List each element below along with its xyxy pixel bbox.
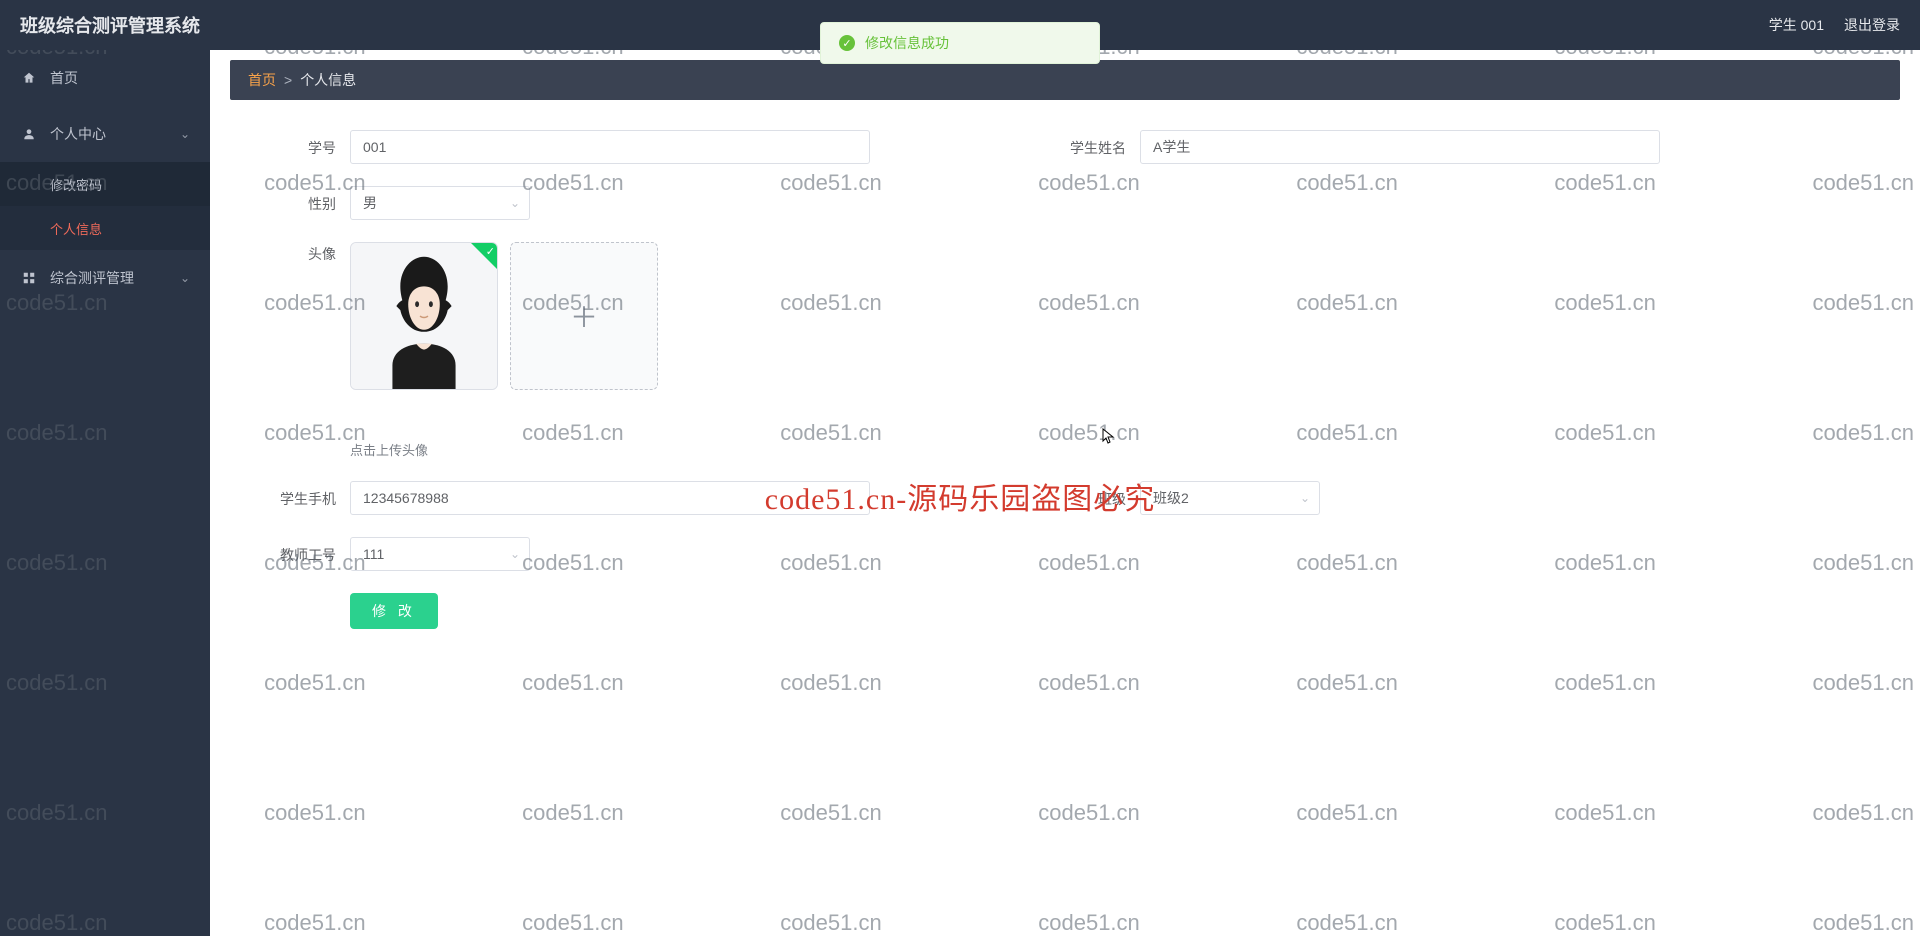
grid-icon bbox=[20, 271, 38, 285]
success-icon: ✓ bbox=[839, 35, 855, 51]
toast-text: 修改信息成功 bbox=[865, 33, 949, 53]
nav-personal-sub: 修改密码 个人信息 bbox=[0, 162, 210, 250]
nav-home[interactable]: 首页 bbox=[0, 50, 210, 106]
select-gender[interactable]: 男 bbox=[350, 186, 530, 220]
sidebar: 首页 个人中心 ⌄ 修改密码 个人信息 综合测评管理 ⌄ bbox=[0, 50, 210, 936]
label-student-no: 学号 bbox=[260, 130, 350, 158]
input-phone[interactable] bbox=[350, 481, 870, 515]
logout-link[interactable]: 退出登录 bbox=[1844, 15, 1900, 35]
chevron-down-icon: ⌄ bbox=[180, 127, 190, 141]
label-gender: 性别 bbox=[260, 186, 350, 214]
label-student-name: 学生姓名 bbox=[1050, 130, 1140, 158]
label-phone: 学生手机 bbox=[260, 481, 350, 509]
check-icon bbox=[471, 243, 497, 269]
nav-change-password[interactable]: 修改密码 bbox=[0, 162, 210, 206]
header-user[interactable]: 学生 001 bbox=[1769, 15, 1824, 35]
breadcrumb-sep: > bbox=[284, 72, 292, 88]
breadcrumb: 首页 > 个人信息 bbox=[230, 60, 1900, 100]
label-avatar: 头像 bbox=[260, 242, 350, 264]
nav-assessment-mgmt[interactable]: 综合测评管理 ⌄ bbox=[0, 250, 210, 306]
select-class-value: 班级2 bbox=[1153, 488, 1189, 508]
input-student-no[interactable] bbox=[350, 130, 870, 164]
app-title: 班级综合测评管理系统 bbox=[20, 12, 200, 38]
select-teacher-no[interactable]: 111 bbox=[350, 537, 530, 571]
avatar-upload-add[interactable]: ＋ bbox=[510, 242, 658, 390]
nav-personal-info[interactable]: 个人信息 bbox=[0, 206, 210, 250]
avatar-thumbnail[interactable] bbox=[350, 242, 498, 390]
main-content: 首页 > 个人信息 学号 学生姓名 性别 男 ⌄ bbox=[210, 50, 1920, 936]
breadcrumb-home[interactable]: 首页 bbox=[248, 70, 276, 90]
toast-success: ✓ 修改信息成功 bbox=[820, 22, 1100, 64]
nav-personal-center[interactable]: 个人中心 ⌄ bbox=[0, 106, 210, 162]
nav-home-label: 首页 bbox=[50, 68, 78, 88]
nav-personal-info-label: 个人信息 bbox=[50, 219, 102, 238]
label-class: 班级 bbox=[1050, 481, 1140, 509]
nav-assessment-label: 综合测评管理 bbox=[50, 268, 134, 288]
personal-info-form: 学号 学生姓名 性别 男 ⌄ 头像 bbox=[230, 100, 1900, 661]
avatar-upload-hint: 点击上传头像 bbox=[350, 440, 658, 459]
select-teacher-no-value: 111 bbox=[363, 546, 384, 562]
plus-icon: ＋ bbox=[570, 296, 598, 336]
avatar-upload-group: ＋ bbox=[350, 242, 658, 390]
nav-change-password-label: 修改密码 bbox=[50, 175, 102, 194]
user-icon bbox=[20, 127, 38, 141]
breadcrumb-current: 个人信息 bbox=[300, 70, 356, 90]
select-gender-value: 男 bbox=[363, 193, 377, 213]
label-teacher-no: 教师工号 bbox=[260, 537, 350, 565]
submit-button[interactable]: 修 改 bbox=[350, 593, 438, 629]
chevron-down-icon: ⌄ bbox=[180, 271, 190, 285]
select-class[interactable]: 班级2 bbox=[1140, 481, 1320, 515]
nav-personal-label: 个人中心 bbox=[50, 124, 106, 144]
input-student-name[interactable] bbox=[1140, 130, 1660, 164]
home-icon bbox=[20, 71, 38, 85]
